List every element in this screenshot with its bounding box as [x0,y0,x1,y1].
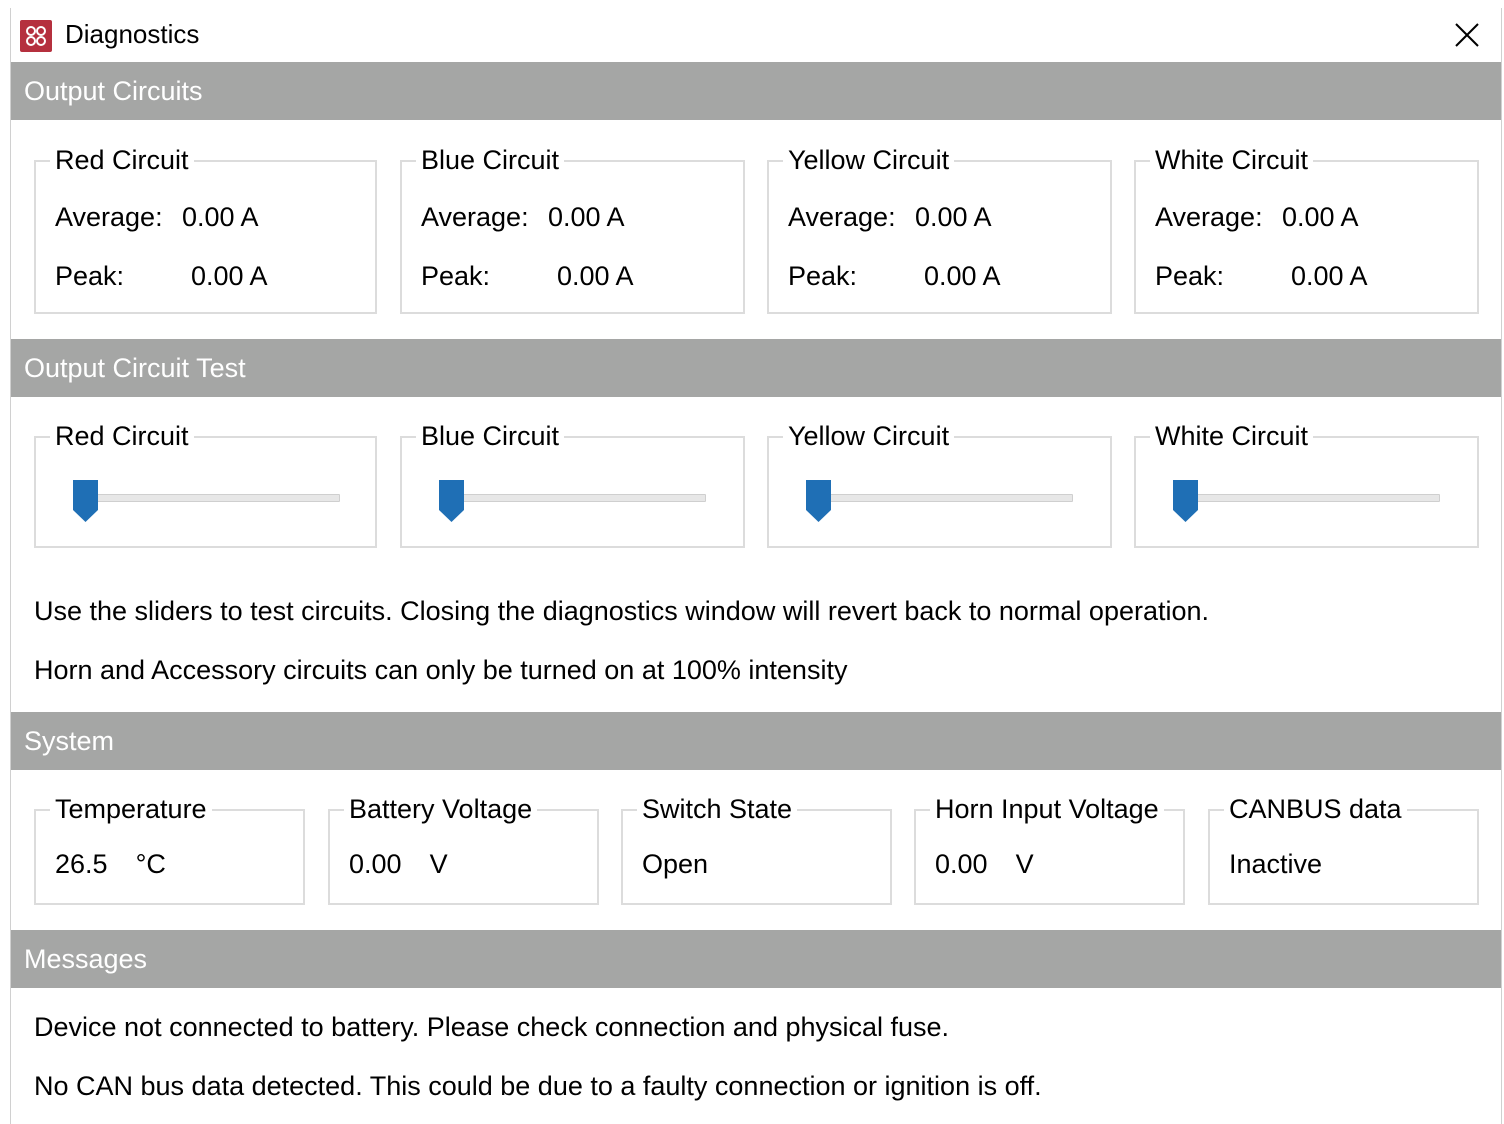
messages-header: Messages [11,930,1501,988]
group-title: Red Circuit [50,420,194,452]
group-title: Temperature [50,793,212,825]
output-circuits-header: Output Circuits [11,62,1501,120]
average-value: 0.00 A [915,202,992,232]
average-label: Average: [788,202,896,232]
horn-accessory-note: Horn and Accessory circuits can only be … [34,655,848,685]
group-title: Blue Circuit [416,144,565,176]
message-line: No CAN bus data detected. This could be … [34,1071,1042,1101]
app-logo-icon [20,20,52,52]
group-title: Yellow Circuit [783,144,955,176]
group-title: Horn Input Voltage [930,793,1164,825]
yellow-circuit-group: Yellow Circuit Average: 0.00 A Peak: 0.00 … [767,144,1112,314]
red-circuit-test-group: Red Circuit [34,420,377,548]
title-bar: Diagnostics [11,8,1501,62]
temperature-group: Temperature 26.5 °C [34,793,305,905]
close-button[interactable] [1433,8,1501,62]
temperature-unit: °C [135,849,166,879]
white-circuit-slider-thumb[interactable] [1173,480,1198,522]
group-title: CANBUS data [1224,793,1407,825]
output-circuit-test-header: Output Circuit Test [11,339,1501,397]
red-circuit-group: Red Circuit Average: 0.00 A Peak: 0.00 A [34,144,377,314]
blue-circuit-slider-thumb[interactable] [439,480,464,522]
message-line: Device not connected to battery. Please … [34,1012,950,1042]
average-label: Average: [1155,202,1263,232]
average-label: Average: [55,202,163,232]
close-icon [1455,23,1479,47]
window-title: Diagnostics [65,19,200,49]
peak-label: Peak: [788,261,858,291]
group-title: Red Circuit [50,144,194,176]
horn-input-voltage-unit: V [1015,849,1034,879]
group-title: White Circuit [1150,420,1314,452]
yellow-circuit-test-group: Yellow Circuit [767,420,1112,548]
slider-track[interactable] [817,494,1073,502]
horn-input-voltage-group: Horn Input Voltage 0.00 V [914,793,1185,905]
average-label: Average: [421,202,529,232]
peak-value: 0.00 A [191,261,268,291]
canbus-group: CANBUS data Inactive [1208,793,1479,905]
peak-value: 0.00 A [924,261,1001,291]
temperature-value: 26.5 [55,849,108,879]
peak-label: Peak: [421,261,491,291]
group-title: Switch State [637,793,798,825]
switch-state-value: Open [642,849,709,879]
canbus-value: Inactive [1229,849,1323,879]
system-header: System [11,712,1501,770]
average-value: 0.00 A [548,202,625,232]
battery-voltage-unit: V [429,849,448,879]
blue-circuit-test-group: Blue Circuit [400,420,745,548]
battery-voltage-value: 0.00 [349,849,402,879]
switch-state-group: Switch State Open [621,793,892,905]
group-title: White Circuit [1150,144,1314,176]
white-circuit-test-group: White Circuit [1134,420,1479,548]
slider-instructions: Use the sliders to test circuits. Closin… [34,596,1210,626]
slider-track[interactable] [1184,494,1440,502]
peak-label: Peak: [55,261,125,291]
horn-input-voltage-value: 0.00 [935,849,988,879]
yellow-circuit-slider-thumb[interactable] [806,480,831,522]
average-value: 0.00 A [1282,202,1359,232]
group-title: Blue Circuit [416,420,565,452]
slider-track[interactable] [84,494,340,502]
blue-circuit-group: Blue Circuit Average: 0.00 A Peak: 0.00 A [400,144,745,314]
battery-voltage-group: Battery Voltage 0.00 V [328,793,599,905]
peak-value: 0.00 A [557,261,634,291]
white-circuit-group: White Circuit Average: 0.00 A Peak: 0.00 A [1134,144,1479,314]
diagnostics-window: Diagnostics Output Circuits Red Circuit … [10,8,1502,1124]
slider-track[interactable] [450,494,706,502]
red-circuit-slider-thumb[interactable] [73,480,98,522]
peak-value: 0.00 A [1291,261,1368,291]
average-value: 0.00 A [182,202,259,232]
group-title: Yellow Circuit [783,420,955,452]
group-title: Battery Voltage [344,793,538,825]
peak-label: Peak: [1155,261,1225,291]
